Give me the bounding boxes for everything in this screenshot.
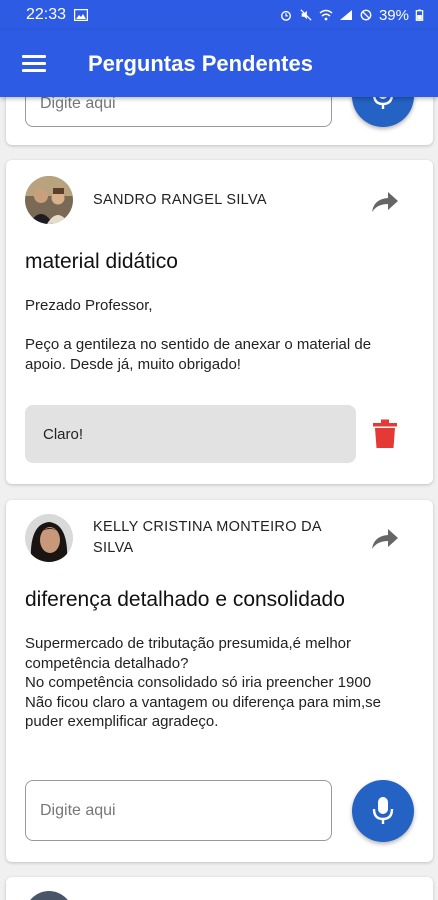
question-title: diferença detalhado e consolidado (25, 588, 345, 611)
share-icon[interactable] (370, 190, 400, 214)
avatar (25, 891, 73, 900)
question-title: material didático (25, 250, 178, 273)
page-title: Perguntas Pendentes (88, 50, 313, 76)
delete-icon[interactable] (372, 419, 398, 449)
question-card: SANDRO RANGEL SILVA material didático Pr… (6, 160, 433, 484)
question-body: Supermercado de tributação presumida,é m… (25, 635, 382, 730)
answer-input-placeholder: Digite aqui (40, 94, 116, 112)
avatar (25, 176, 73, 224)
do-not-disturb-icon (360, 9, 372, 21)
question-card: KELLY CRISTINA MONTEIRO DA SILVA diferen… (6, 500, 433, 862)
answer-input-placeholder: Digite aqui (40, 801, 116, 819)
alarm-icon (280, 10, 291, 21)
mic-button[interactable] (352, 780, 414, 842)
answer-label: Claro! (43, 425, 84, 443)
answer-input[interactable]: Digite aqui (25, 780, 332, 841)
answer-text: Claro! (25, 405, 356, 463)
status-bar: 22:33 39% (0, 0, 438, 30)
wifi-icon (319, 9, 333, 21)
author-name: SANDRO RANGEL SILVA (93, 192, 267, 208)
battery-icon (415, 9, 424, 21)
mute-icon (300, 9, 312, 21)
app-bar: Perguntas Pendentes (0, 30, 438, 97)
question-body: Prezado Professor, Peço a gentileza no s… (25, 297, 372, 373)
signal-icon (339, 10, 352, 20)
battery-percent: 39% (378, 6, 409, 24)
status-time: 22:33 (26, 6, 67, 23)
question-card-partial (6, 877, 433, 900)
share-icon[interactable] (370, 527, 400, 551)
author-name: KELLY CRISTINA MONTEIRO DA SILVA (93, 519, 322, 556)
avatar (25, 514, 73, 562)
gallery-notification-icon (74, 9, 89, 21)
mic-icon (372, 797, 394, 824)
hamburger-menu-icon[interactable] (22, 49, 52, 79)
